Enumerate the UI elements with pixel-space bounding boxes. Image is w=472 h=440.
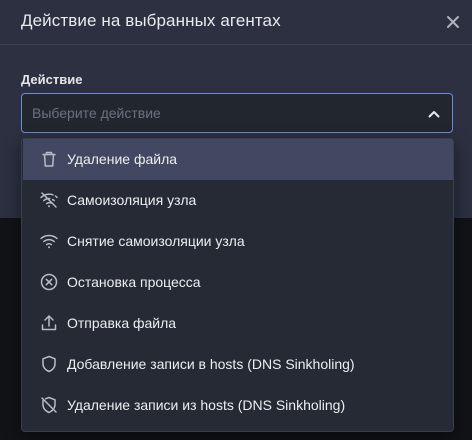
option-label: Снятие самоизоляции узла xyxy=(67,233,245,249)
close-icon xyxy=(447,16,459,28)
option-delete-file[interactable]: Удаление файла xyxy=(23,139,453,180)
option-label: Отправка файла xyxy=(67,315,177,331)
shield-off-icon xyxy=(41,396,57,414)
option-label: Самоизоляция узла xyxy=(67,192,197,208)
circle-x-icon xyxy=(40,273,58,291)
modal-header: Действие на выбранных агентах xyxy=(0,0,472,45)
option-remove-isolation[interactable]: Снятие самоизоляции узла xyxy=(23,221,453,262)
chevron-up-icon xyxy=(428,111,440,118)
option-send-file[interactable]: Отправка файла xyxy=(23,303,453,344)
close-button[interactable] xyxy=(443,12,463,32)
shield-icon xyxy=(42,355,56,373)
upload-icon xyxy=(41,315,57,331)
option-add-hosts-entry[interactable]: Добавление записи в hosts (DNS Sinkholin… xyxy=(23,344,453,385)
wifi-off-icon xyxy=(40,192,58,208)
option-stop-process[interactable]: Остановка процесса xyxy=(23,262,453,303)
option-isolate-host[interactable]: Самоизоляция узла xyxy=(23,180,453,221)
select-placeholder: Выберите действие xyxy=(32,105,161,121)
option-label: Удаление записи из hosts (DNS Sinkholing… xyxy=(67,397,346,413)
option-remove-hosts-entry[interactable]: Удаление записи из hosts (DNS Sinkholing… xyxy=(23,385,453,426)
action-select[interactable]: Выберите действие xyxy=(21,93,453,133)
option-label: Остановка процесса xyxy=(67,274,201,290)
trash-icon xyxy=(42,151,56,167)
action-field-label: Действие xyxy=(21,72,83,87)
action-dropdown-menu: Удаление файла Самоизоляция узла Снятие … xyxy=(21,138,454,432)
option-label: Удаление файла xyxy=(67,151,178,167)
option-label: Добавление записи в hosts (DNS Sinkholin… xyxy=(67,356,355,372)
wifi-icon xyxy=(40,234,58,249)
modal-title: Действие на выбранных агентах xyxy=(21,11,281,30)
